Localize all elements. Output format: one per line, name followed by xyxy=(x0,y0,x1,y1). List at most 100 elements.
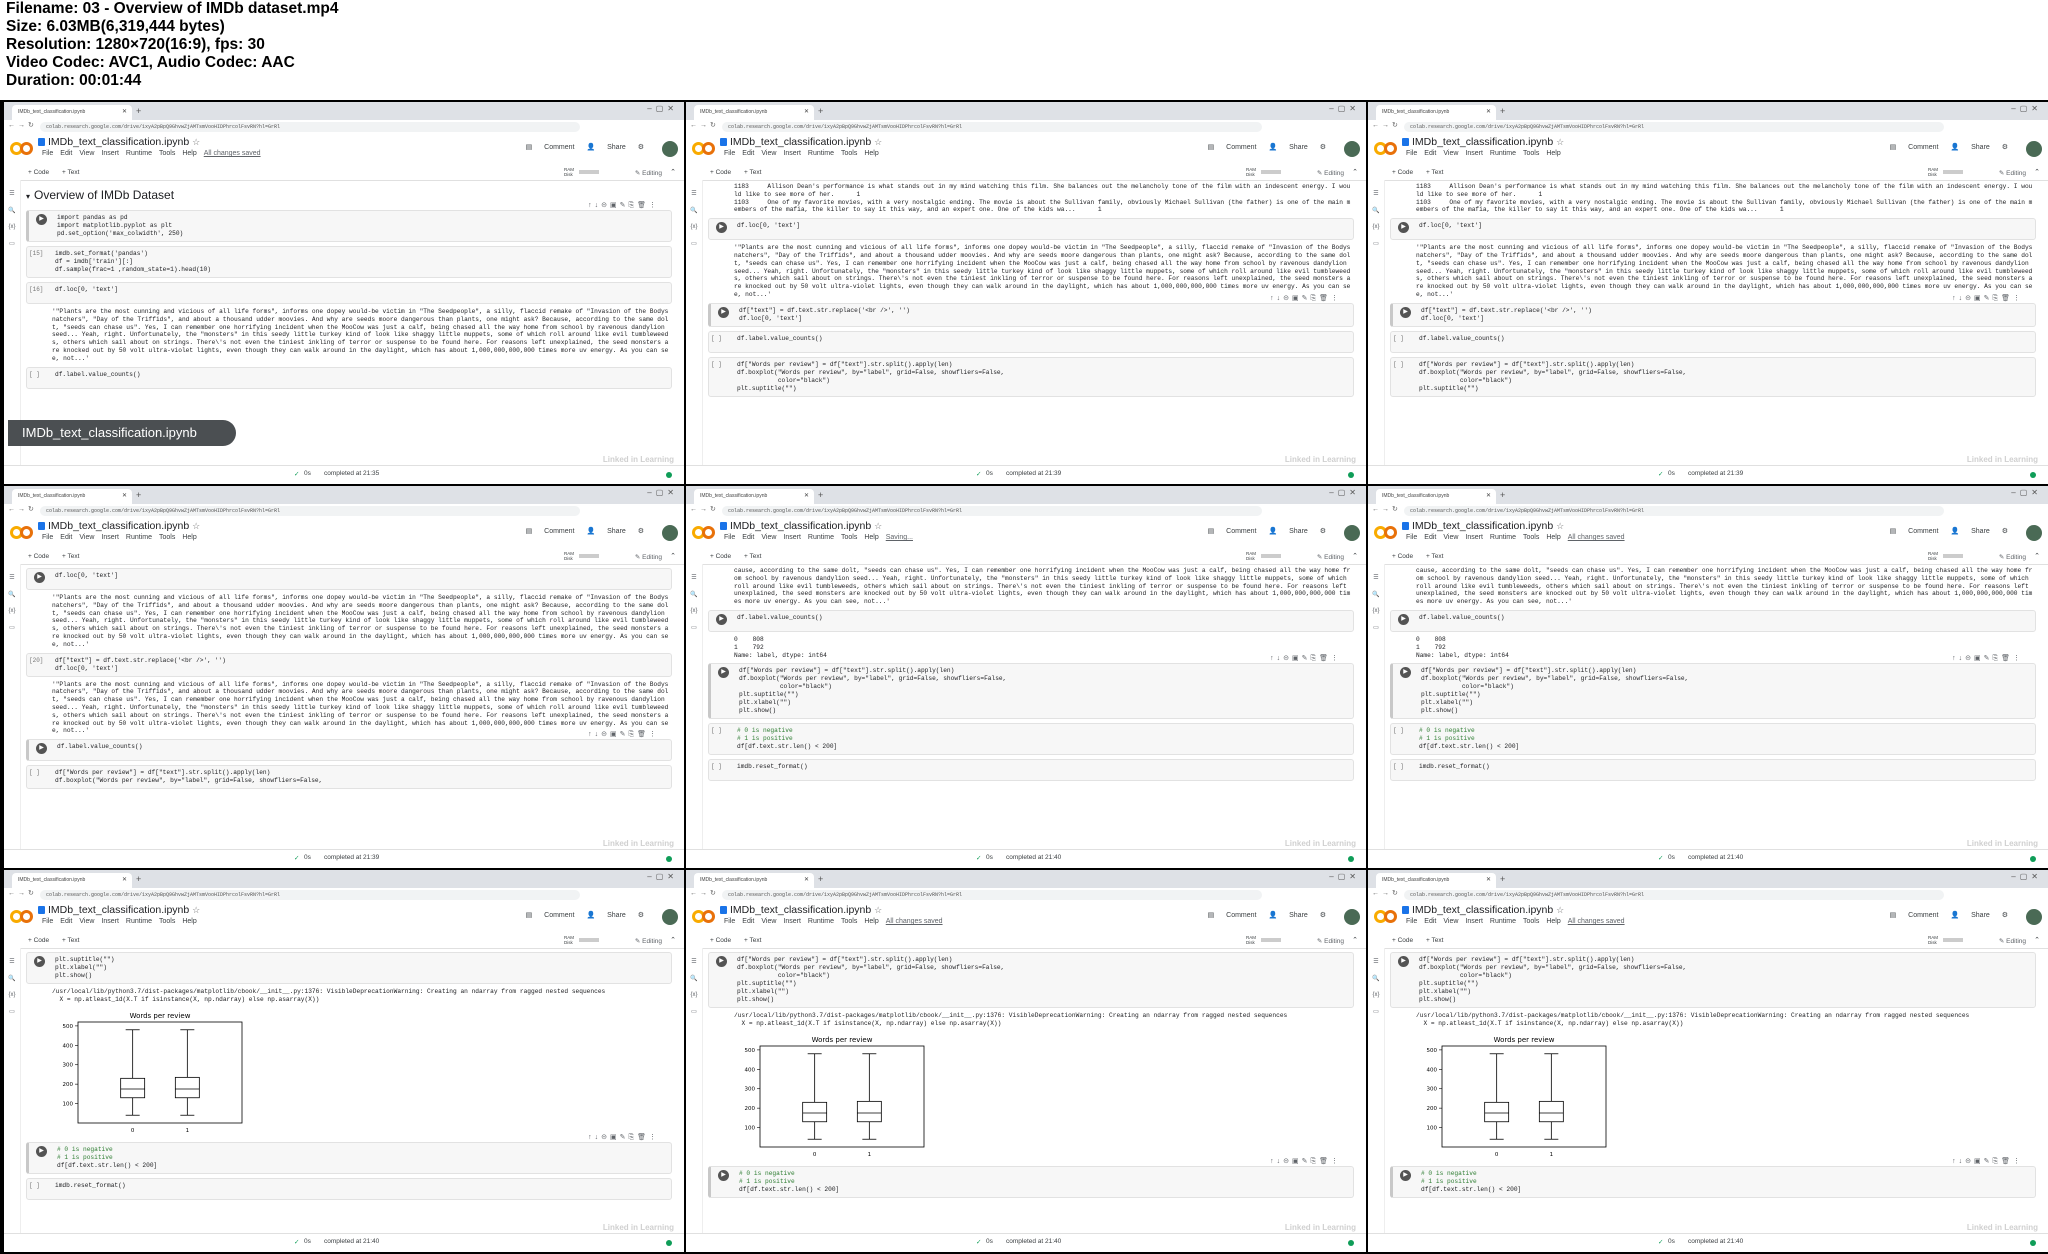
share-button[interactable]: 👤 Share xyxy=(1950,528,1989,535)
add-code-button[interactable]: + Code xyxy=(28,937,49,944)
search-icon[interactable]: 🔍 xyxy=(686,975,702,982)
add-text-button[interactable]: + Text xyxy=(744,937,761,944)
cell-toolbar-icon[interactable]: ↑↓⊝▣✎⎘🗑⋮ xyxy=(1952,1157,2023,1166)
code-line[interactable]: df.loc[0, 'text'] xyxy=(737,222,1349,230)
window-controls-icon[interactable]: –▢✕ xyxy=(647,488,678,497)
menu-item-tools[interactable]: Tools xyxy=(159,918,175,925)
window-controls-icon[interactable]: –▢✕ xyxy=(2011,488,2042,497)
browser-tab[interactable]: IMDb_text_classification.ipynb ✕ xyxy=(694,489,814,504)
code-cell[interactable]: [ ] df.label.value_counts() xyxy=(708,330,1354,353)
code-cell[interactable]: ▶ ↑↓⊝▣✎⎘🗑⋮ df["text"] = df.text.str.replac… xyxy=(708,295,1354,327)
code-line[interactable]: # 1 is positive xyxy=(1419,735,2031,743)
menu-item-file[interactable]: File xyxy=(42,918,53,925)
code-line[interactable]: color="black") xyxy=(1421,683,2031,691)
notebook-title[interactable]: IMDb_text_classification.ipynb ☆ xyxy=(1412,904,1564,916)
menu-item-insert[interactable]: Insert xyxy=(1465,150,1483,157)
ram-disk-indicator[interactable]: RAM Disk xyxy=(564,167,574,177)
code-line[interactable]: color="black") xyxy=(1419,972,2031,980)
code-line[interactable]: import matplotlib.pyplot as plt xyxy=(57,222,667,230)
star-icon[interactable]: ☆ xyxy=(192,521,200,531)
menu-item-view[interactable]: View xyxy=(79,918,94,925)
star-icon[interactable]: ☆ xyxy=(1556,137,1564,147)
code-line[interactable]: color="black") xyxy=(737,377,1349,385)
new-tab-icon[interactable]: + xyxy=(1500,873,1505,885)
menu-item-view[interactable]: View xyxy=(79,150,94,157)
menu-item-help[interactable]: Help xyxy=(182,918,196,925)
menu-item-runtime[interactable]: Runtime xyxy=(1490,534,1516,541)
add-code-button[interactable]: + Code xyxy=(1392,937,1413,944)
run-cell-icon[interactable]: ▶ xyxy=(1398,613,1409,625)
menu-item-runtime[interactable]: Runtime xyxy=(126,534,152,541)
add-code-button[interactable]: + Code xyxy=(710,553,731,560)
ram-disk-indicator[interactable]: RAM Disk xyxy=(1928,167,1938,177)
avatar[interactable] xyxy=(2026,525,2042,541)
code-line[interactable]: df.loc[0, 'text'] xyxy=(739,315,1349,323)
url-field[interactable]: colab.research.google.com/drive/1xyA2pBp… xyxy=(40,122,580,132)
menu-item-tools[interactable]: Tools xyxy=(841,150,857,157)
menu-item-file[interactable]: File xyxy=(1406,534,1417,541)
url-field[interactable]: colab.research.google.com/drive/1xyA2pBp… xyxy=(1404,122,1944,132)
cell-toolbar-icon[interactable]: ↑↓⊝▣✎⎘🗑⋮ xyxy=(1952,654,2023,663)
url-field[interactable]: colab.research.google.com/drive/1xyA2pBp… xyxy=(722,890,1262,900)
window-controls-icon[interactable]: –▢✕ xyxy=(647,104,678,113)
code-line[interactable]: df.loc[0, 'text'] xyxy=(55,286,667,294)
code-line[interactable]: # 0 is negative xyxy=(57,1146,667,1154)
ram-disk-indicator[interactable]: RAM Disk xyxy=(1246,935,1256,945)
comment-button[interactable]: ▤ Comment xyxy=(1890,144,1939,151)
code-line[interactable]: plt.suptitle("") xyxy=(737,980,1349,988)
star-icon[interactable]: ☆ xyxy=(192,137,200,147)
menu-item-file[interactable]: File xyxy=(1406,150,1417,157)
close-tab-icon[interactable]: ✕ xyxy=(804,105,809,120)
code-cell[interactable]: [ ] # 0 is negative # 1 is positive df[df.t… xyxy=(708,723,1354,756)
code-line[interactable]: df = imdb['train'][:] xyxy=(55,258,667,266)
cell-toolbar-icon[interactable]: ↑↓⊝▣✎⎘🗑⋮ xyxy=(588,1133,659,1142)
new-tab-icon[interactable]: + xyxy=(136,105,141,117)
save-status[interactable]: All changes saved xyxy=(886,918,943,925)
share-button[interactable]: 👤 Share xyxy=(586,144,625,151)
comment-button[interactable]: ▤ Comment xyxy=(1208,528,1257,535)
code-line[interactable]: # 0 is negative xyxy=(739,1170,1349,1178)
menu-item-tools[interactable]: Tools xyxy=(1523,534,1539,541)
code-line[interactable]: plt.suptitle("") xyxy=(737,385,1349,393)
window-controls-icon[interactable]: –▢✕ xyxy=(1329,872,1360,881)
back-forward-reload-icon[interactable]: ←→↻ xyxy=(1372,121,1401,129)
menu-item-file[interactable]: File xyxy=(1406,918,1417,925)
menu-item-view[interactable]: View xyxy=(761,534,776,541)
window-controls-icon[interactable]: –▢✕ xyxy=(1329,488,1360,497)
menu-item-edit[interactable]: Edit xyxy=(1424,918,1436,925)
variables-icon[interactable]: {x} xyxy=(1368,992,1384,998)
connection-status-icon[interactable] xyxy=(666,856,672,862)
code-cell[interactable]: ▶ ↑↓⊝▣✎⎘🗑⋮ df["text"] = df.text.str.replac… xyxy=(1390,295,2036,327)
cell-toolbar-icon[interactable]: ↑↓⊝▣✎⎘🗑⋮ xyxy=(1270,1157,1341,1166)
code-line[interactable]: plt.show() xyxy=(55,972,667,980)
code-line[interactable]: df.boxplot("Words per review", by="label… xyxy=(737,964,1349,972)
new-tab-icon[interactable]: + xyxy=(136,873,141,885)
menu-item-tools[interactable]: Tools xyxy=(1523,918,1539,925)
code-line[interactable]: plt.suptitle("") xyxy=(1419,385,2031,393)
code-cell[interactable]: [15] imdb.set_format('pandas') df = imdb['… xyxy=(26,246,672,278)
notebook-title[interactable]: IMDb_text_classification.ipynb ☆ xyxy=(730,904,882,916)
folder-icon[interactable]: ▭ xyxy=(686,1008,702,1015)
variables-icon[interactable]: {x} xyxy=(1368,224,1384,230)
folder-icon[interactable]: ▭ xyxy=(1368,1008,1384,1015)
code-line[interactable]: df[df.text.str.len() < 200] xyxy=(739,1186,1349,1194)
code-cell[interactable]: ▶ df.loc[0, 'text'] xyxy=(708,218,1354,241)
chevron-up-icon[interactable]: ⌃ xyxy=(670,936,676,944)
code-line[interactable]: df.label.value_counts() xyxy=(1419,335,2031,343)
folder-icon[interactable]: ▭ xyxy=(686,624,702,631)
variables-icon[interactable]: {x} xyxy=(686,608,702,614)
code-line[interactable]: df["Words per review"] = df["text"].str.… xyxy=(55,769,667,777)
code-line[interactable]: df.loc[0, 'text'] xyxy=(55,572,667,580)
code-line[interactable]: # 1 is positive xyxy=(57,1154,667,1162)
notebook-title[interactable]: IMDb_text_classification.ipynb ☆ xyxy=(48,136,200,148)
code-line[interactable]: df.boxplot("Words per review", by="label… xyxy=(737,369,1349,377)
gear-icon[interactable]: ⚙ xyxy=(2002,144,2008,151)
code-cell[interactable]: ▶ ↑↓⊝▣✎⎘🗑⋮ # 0 is negative # 1 is positive d… xyxy=(1390,1158,2036,1198)
table-of-contents-icon[interactable]: ☰ xyxy=(1368,958,1384,965)
code-line[interactable]: df["Words per review"] = df["text"].str.… xyxy=(739,667,1349,675)
code-line[interactable]: df["Words per review"] = df["text"].str.… xyxy=(1419,361,2031,369)
close-tab-icon[interactable]: ✕ xyxy=(1486,873,1491,888)
code-line[interactable]: plt.xlabel("") xyxy=(737,988,1349,996)
menu-item-help[interactable]: Help xyxy=(1546,150,1560,157)
code-line[interactable]: # 0 is negative xyxy=(1421,1170,2031,1178)
